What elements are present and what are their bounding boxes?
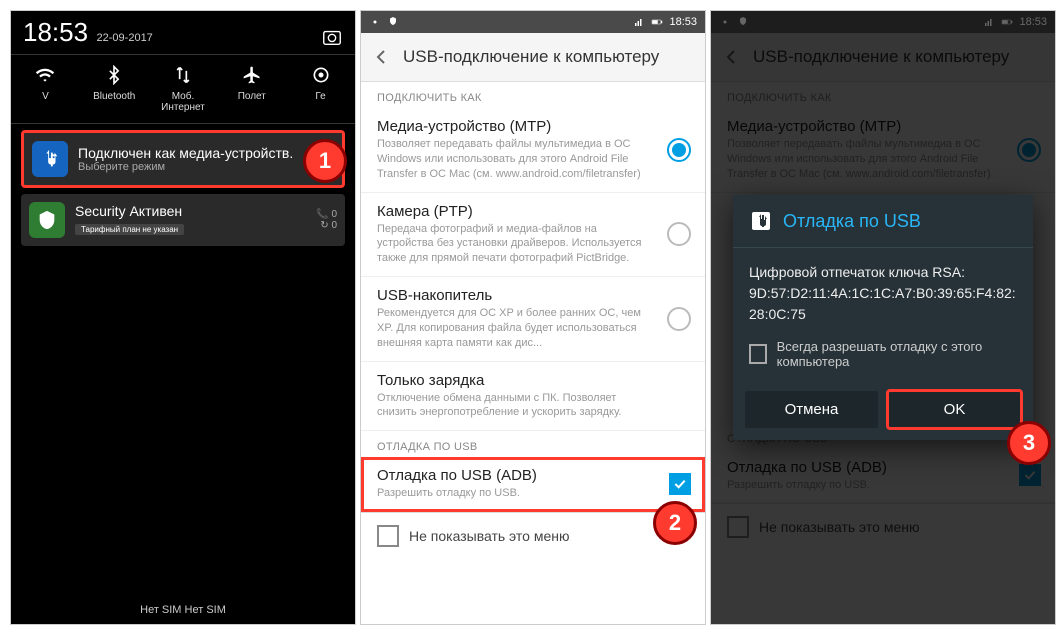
radio-storage[interactable] [667, 307, 691, 331]
data-icon [173, 65, 193, 85]
qs-bluetooth[interactable]: Bluetooth [80, 55, 149, 123]
usb-icon [749, 209, 773, 233]
checkbox-dont-show[interactable] [377, 525, 399, 547]
gps-icon [311, 65, 331, 85]
phone-3-debug-dialog: 18:53 USB-подключение к компьютеру ПОДКЛ… [710, 10, 1056, 625]
step-badge-3: 3 [1007, 421, 1051, 465]
option-adb[interactable]: Отладка по USB (ADB) Разрешить отладку п… [361, 457, 705, 512]
usb-debug-dialog: Отладка по USB Цифровой отпечаток ключа … [733, 195, 1033, 440]
dialog-overlay: Отладка по USB Цифровой отпечаток ключа … [711, 11, 1055, 624]
page-title: USB-подключение к компьютеру [403, 47, 659, 67]
settings-header: USB-подключение к компьютеру [361, 33, 705, 82]
step-badge-2: 2 [653, 501, 697, 545]
camera-icon[interactable] [321, 26, 343, 48]
usb-status-icon [369, 16, 381, 28]
quick-settings-row: V Bluetooth Моб. Интернет Полет Ге [11, 54, 355, 124]
usb-icon [32, 141, 68, 177]
signal-icon [633, 16, 645, 28]
option-charge-only[interactable]: Только зарядка Отключение обмена данными… [361, 362, 705, 432]
always-allow-check[interactable]: Всегда разрешать отладку с этого компьют… [733, 339, 1033, 379]
checkbox-adb[interactable] [669, 473, 691, 495]
option-usb-storage[interactable]: USB-накопитель Рекомендуется для ОС XP и… [361, 277, 705, 362]
qs-mobile-data[interactable]: Моб. Интернет [149, 55, 218, 123]
sim-status: Нет SIM Нет SIM [11, 596, 355, 624]
bluetooth-icon [104, 65, 124, 85]
shield-status-icon [387, 16, 399, 28]
wifi-icon [35, 65, 55, 85]
shade-date: 22-09-2017 [97, 32, 153, 44]
cancel-button[interactable]: Отмена [745, 391, 878, 428]
dialog-fingerprint: 9D:57:D2:11:4A:1C:1C:A7:B0:39:65:F4:82:2… [749, 283, 1017, 325]
qs-gps[interactable]: Ге [286, 55, 355, 123]
tariff-label: Тарифный план не указан [75, 224, 184, 235]
dialog-body-label: Цифровой отпечаток ключа RSA: [749, 262, 1017, 283]
back-icon[interactable] [369, 45, 393, 69]
status-bar: 18:53 [361, 11, 705, 33]
security-notification[interactable]: Security Активен Тарифный план не указан… [21, 194, 345, 246]
shield-icon [29, 202, 65, 238]
radio-mtp[interactable] [667, 138, 691, 162]
checkbox-always-allow[interactable] [749, 344, 767, 364]
security-title: Security Активен [75, 203, 306, 219]
qs-airplane[interactable]: Полет [217, 55, 286, 123]
notif-subtitle: Выберите режим [78, 161, 334, 173]
option-mtp[interactable]: Медиа-устройство (MTP) Позволяет передав… [361, 108, 705, 193]
qs-wifi[interactable]: V [11, 55, 80, 123]
radio-ptp[interactable] [667, 222, 691, 246]
shade-clock: 18:53 [23, 17, 88, 47]
step-badge-1: 1 [303, 139, 347, 183]
section-usb-debug: ОТЛАДКА ПО USB [361, 431, 705, 457]
phone-1-notification-shade: 18:53 22-09-2017 V Bluetooth Моб. Интерн… [10, 10, 356, 625]
phone-2-usb-settings: 18:53 USB-подключение к компьютеру ПОДКЛ… [360, 10, 706, 625]
section-connect-as: ПОДКЛЮЧИТЬ КАК [361, 82, 705, 108]
battery-icon [651, 16, 663, 28]
ok-button[interactable]: OK [888, 391, 1021, 428]
dialog-title: Отладка по USB [783, 211, 921, 232]
status-time: 18:53 [669, 16, 697, 28]
option-ptp[interactable]: Камера (PTP) Передача фотографий и медиа… [361, 193, 705, 278]
notif-title: Подключен как медиа-устройств. [78, 145, 334, 161]
airplane-icon [242, 65, 262, 85]
usb-connected-notification[interactable]: Подключен как медиа-устройств. Выберите … [21, 130, 345, 188]
